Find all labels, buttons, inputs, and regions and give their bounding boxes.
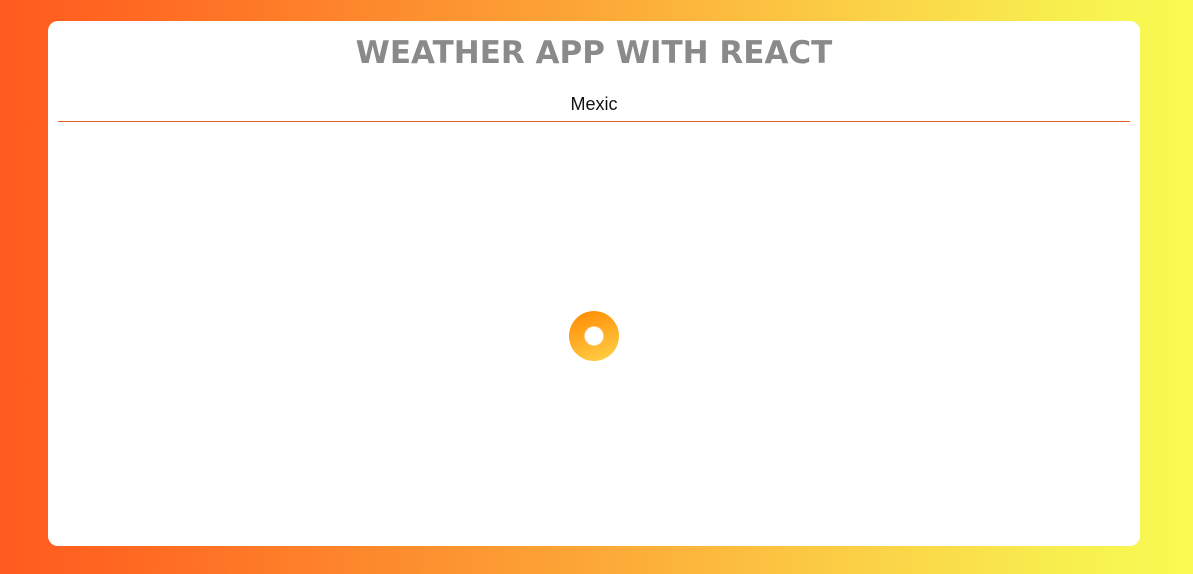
weather-card: WEATHER APP WITH REACT [48, 21, 1140, 546]
city-search-input[interactable] [58, 88, 1130, 122]
loading-spinner-icon [569, 311, 619, 361]
page-title: WEATHER APP WITH REACT [355, 35, 833, 71]
